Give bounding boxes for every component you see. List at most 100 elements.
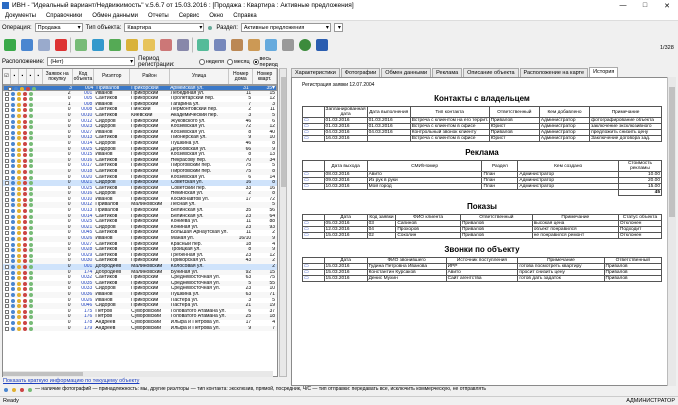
report-icon[interactable] (212, 37, 228, 53)
row-checkbox[interactable] (5, 281, 9, 286)
row-checkbox[interactable] (8, 87, 12, 91)
column-header-house[interactable]: Номер дома (229, 69, 254, 84)
folder-icon[interactable] (141, 37, 157, 53)
menu-reports[interactable]: Отчеты (143, 13, 174, 19)
row-checkbox[interactable] (5, 237, 9, 242)
menu-help[interactable]: Справка (228, 13, 262, 19)
minimize-button[interactable]: — (612, 0, 634, 11)
print-icon[interactable] (73, 37, 89, 53)
row-checkbox[interactable] (5, 108, 9, 113)
row-checkbox[interactable] (5, 253, 9, 258)
section-select[interactable]: Активные предложения (240, 23, 331, 32)
filter-icon[interactable] (124, 37, 140, 53)
contact-column-header[interactable]: ▪ (27, 69, 35, 84)
row-checkbox[interactable] (5, 292, 9, 297)
row-checkbox[interactable] (5, 203, 9, 208)
row-checkbox[interactable] (5, 276, 9, 281)
row-checkbox[interactable] (5, 192, 9, 197)
row-checkbox[interactable] (5, 141, 9, 146)
settings-icon[interactable] (280, 37, 296, 53)
row-doc-icon[interactable]: ▭ (302, 135, 325, 142)
row-checkbox[interactable] (5, 209, 9, 214)
operation-select[interactable]: Продажа (34, 23, 83, 32)
row-checkbox[interactable] (5, 298, 9, 303)
column-header-street[interactable]: Улица (170, 69, 230, 84)
delete-icon[interactable] (53, 37, 69, 53)
grid-scrollbar[interactable] (279, 68, 287, 377)
period-week-radio[interactable]: неделя (198, 58, 224, 65)
menu-references[interactable]: Справочники (41, 13, 87, 19)
menu-service[interactable]: Сервис (174, 13, 205, 19)
calendar-icon[interactable] (175, 37, 191, 53)
row-checkbox[interactable] (5, 97, 9, 102)
export-icon[interactable] (107, 37, 123, 53)
column-header-code[interactable]: Код объекта (73, 69, 95, 84)
report-scrollbar-thumb[interactable] (669, 87, 675, 217)
send-column-header[interactable]: ▪ (35, 69, 43, 84)
photo-icon[interactable] (229, 37, 245, 53)
tab-map[interactable]: Расположение на карте (519, 68, 589, 77)
column-header-apartment[interactable]: Номер кварт. (253, 69, 277, 84)
row-doc-icon[interactable]: ▭ (302, 232, 325, 239)
phone-icon[interactable] (263, 37, 279, 53)
show-info-link[interactable]: Показать краткую информацию по текущему … (3, 378, 139, 384)
help-icon[interactable] (297, 37, 313, 53)
maximize-button[interactable]: □ (634, 0, 656, 11)
menu-documents[interactable]: Документы (0, 13, 41, 19)
column-header-requests[interactable]: Заявок на покупку (43, 69, 73, 84)
hscrollbar-thumb[interactable] (3, 372, 83, 376)
photo-column-header[interactable]: ▪ (11, 69, 19, 84)
row-checkbox[interactable] (5, 231, 9, 236)
row-checkbox[interactable] (5, 169, 9, 174)
type-select[interactable]: Квартира (124, 23, 205, 32)
row-checkbox[interactable] (5, 326, 9, 331)
row-checkbox[interactable] (5, 214, 9, 219)
mail-icon[interactable] (246, 37, 262, 53)
row-checkbox[interactable] (5, 164, 9, 169)
period-all-radio[interactable]: весь период (252, 56, 290, 68)
row-checkbox[interactable] (5, 197, 9, 202)
row-checkbox[interactable] (5, 265, 9, 269)
location-select[interactable]: (Нет) (47, 57, 136, 66)
copy-icon[interactable] (36, 37, 52, 53)
column-header-district[interactable]: Район (130, 69, 170, 84)
row-checkbox[interactable] (5, 186, 9, 191)
scrollbar-thumb[interactable] (281, 77, 286, 187)
row-checkbox[interactable] (5, 320, 9, 325)
row-checkbox[interactable] (5, 287, 9, 292)
tab-characteristics[interactable]: Характеристики (291, 68, 340, 77)
table-row[interactable]: 3 004 Привалов Прикорский Армейская ул. 31 35 (3, 85, 277, 91)
owner-column-header[interactable]: ▪ (19, 69, 27, 84)
clients-icon[interactable] (158, 37, 174, 53)
edit-icon[interactable] (19, 37, 35, 53)
section-more-button[interactable] (333, 23, 343, 32)
row-checkbox[interactable] (5, 248, 9, 253)
report-scrollbar[interactable] (667, 77, 676, 386)
row-checkbox[interactable] (5, 119, 9, 124)
menu-window[interactable]: Окно (204, 13, 228, 19)
exit-icon[interactable] (314, 37, 330, 53)
tab-ads[interactable]: Реклама (432, 68, 463, 77)
row-checkbox[interactable] (5, 91, 9, 96)
row-checkbox[interactable] (5, 147, 9, 152)
row-checkbox[interactable] (5, 136, 9, 141)
row-checkbox[interactable] (5, 102, 9, 107)
row-checkbox[interactable] (5, 130, 9, 135)
refresh-icon[interactable] (90, 37, 106, 53)
map-icon[interactable] (195, 37, 211, 53)
row-checkbox[interactable] (5, 304, 9, 309)
close-button[interactable]: ✕ (656, 0, 678, 11)
row-checkbox[interactable] (5, 113, 9, 118)
row-checkbox[interactable] (5, 242, 9, 247)
grid-hscrollbar[interactable] (3, 371, 273, 377)
row-checkbox[interactable] (5, 270, 9, 275)
row-checkbox[interactable] (5, 153, 9, 158)
row-checkbox[interactable] (5, 225, 9, 230)
column-header-realtor[interactable]: Риэлтор (94, 69, 131, 84)
tab-exchange[interactable]: Обмен данными (381, 68, 432, 77)
menu-exchange[interactable]: Обмен данными (87, 13, 143, 19)
row-checkbox[interactable] (5, 175, 9, 180)
tab-photos[interactable]: Фотографии (340, 68, 381, 77)
row-checkbox[interactable] (5, 315, 9, 320)
table-row[interactable]: 0 179 Андреев Суворовский Ильфа и Петрова ул… (3, 325, 277, 332)
